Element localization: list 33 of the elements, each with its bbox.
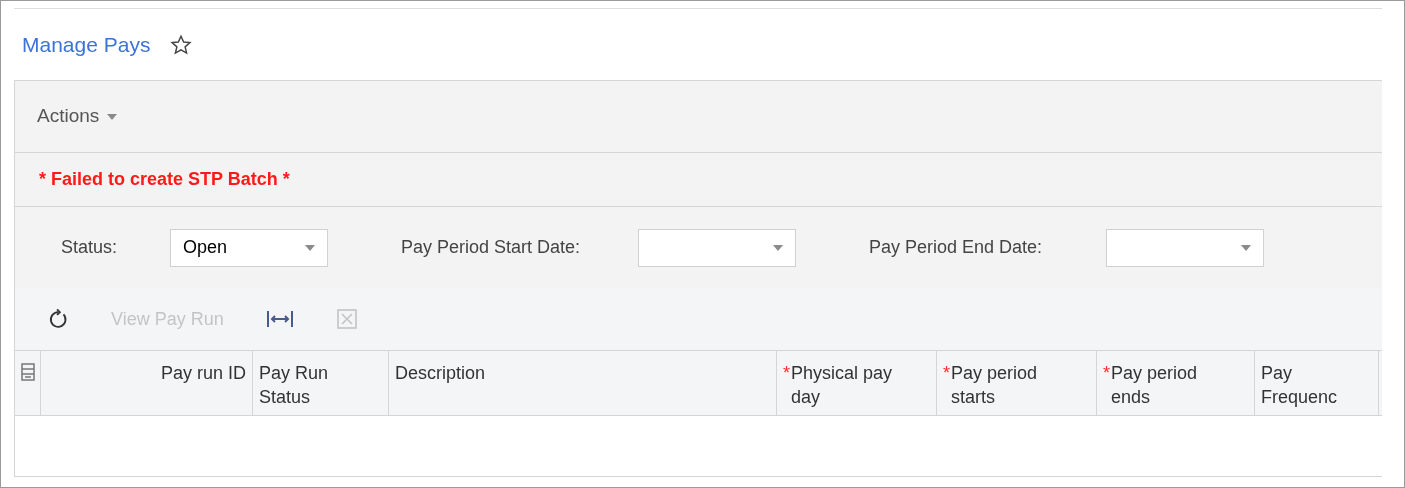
column-header[interactable]: *Pay period ends [1097, 351, 1255, 415]
caret-icon [1241, 244, 1251, 251]
star-icon[interactable] [170, 33, 193, 56]
column-label: Pay Frequenc [1261, 362, 1339, 409]
filter-label: Status: [61, 236, 119, 259]
column-label: Description [395, 362, 486, 385]
filter-label: Pay Period Start Date: [401, 236, 582, 259]
fit-columns-icon [265, 308, 294, 330]
column-header[interactable]: *Physical pay day [777, 351, 937, 415]
status-dropdown[interactable]: Open [170, 228, 328, 267]
caret-icon [107, 113, 118, 120]
column-label: Pay period ends [1111, 362, 1199, 409]
required-mark: * [1103, 362, 1111, 385]
required-mark: * [943, 362, 951, 385]
column-label: Physical pay day [791, 362, 894, 409]
required-mark: * [783, 362, 791, 385]
column-header[interactable]: Pay Frequenc [1255, 351, 1379, 415]
caret-icon [305, 244, 315, 251]
refresh-icon [47, 308, 69, 330]
caret-icon [773, 244, 783, 251]
export-icon [335, 308, 358, 330]
column-header[interactable]: *Pay period starts [937, 351, 1097, 415]
page-title: Manage Pays [22, 31, 151, 58]
actions-menu[interactable]: Actions [37, 102, 118, 131]
filter-label: Pay Period End Date: [869, 236, 1044, 259]
column-label: Pay run ID [160, 362, 246, 385]
column-header[interactable]: Pay run ID [41, 351, 253, 415]
error-message: * Failed to create STP Batch * [39, 168, 290, 191]
column-header[interactable]: Description [389, 351, 777, 415]
column-label: Pay Run Status [259, 362, 330, 409]
columns-settings-icon[interactable] [20, 363, 35, 381]
column-label: Pay period starts [951, 362, 1039, 409]
column-header[interactable]: Pay Run Status [253, 351, 389, 415]
